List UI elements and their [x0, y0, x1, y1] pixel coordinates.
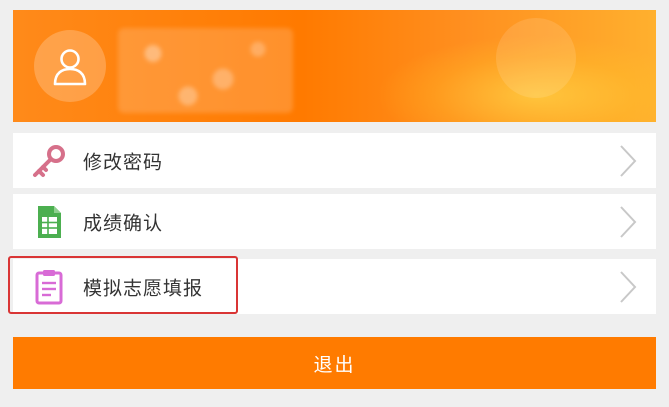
- spreadsheet-doc-icon: [29, 202, 69, 242]
- chevron-right-icon: [618, 205, 638, 239]
- menu-item-label: 修改密码: [83, 151, 164, 173]
- key-icon: [29, 141, 69, 181]
- blurred-username: [118, 28, 293, 113]
- avatar[interactable]: [34, 30, 106, 102]
- menu-item-change-password[interactable]: 修改密码: [13, 133, 656, 188]
- chevron-right-icon: [618, 144, 638, 178]
- user-icon: [53, 49, 87, 86]
- logout-button[interactable]: 退出: [13, 337, 656, 389]
- menu-item-label: 模拟志愿填报: [83, 277, 204, 299]
- menu-item-score-confirm[interactable]: 成绩确认: [13, 194, 656, 249]
- menu-item-mock-application[interactable]: 模拟志愿填报: [13, 259, 656, 314]
- clipboard-icon: [29, 267, 69, 307]
- menu-item-label: 成绩确认: [83, 212, 164, 234]
- profile-banner: [13, 10, 656, 122]
- chevron-right-icon: [618, 270, 638, 304]
